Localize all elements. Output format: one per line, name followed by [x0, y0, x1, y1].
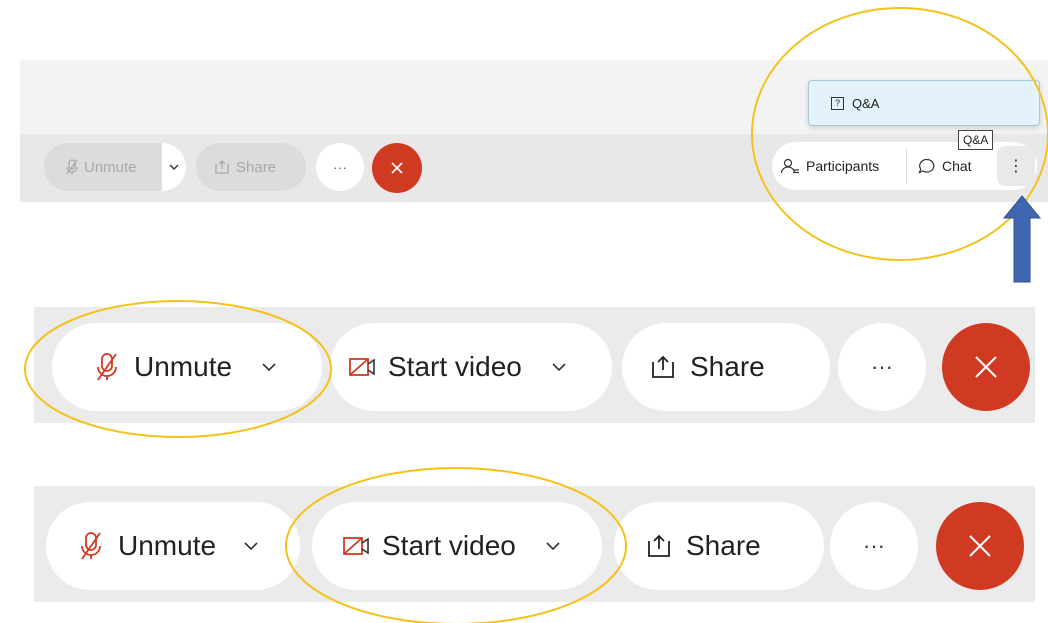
- middle-toolbar-panel: Unmute Start video Share ···: [34, 307, 1035, 423]
- share-icon: [646, 534, 672, 558]
- video-off-icon: [342, 535, 370, 557]
- share-label: Share: [236, 158, 277, 176]
- mic-muted-icon: [66, 159, 78, 175]
- more-options-button[interactable]: ···: [838, 323, 926, 411]
- chevron-down-icon[interactable]: [552, 363, 566, 371]
- close-icon: [973, 354, 999, 380]
- ellipsis-icon: ···: [871, 354, 893, 379]
- more-panels-button[interactable]: ⋮: [997, 146, 1035, 186]
- leave-meeting-button[interactable]: [942, 323, 1030, 411]
- chevron-down-icon[interactable]: [546, 542, 560, 550]
- unmute-label: Unmute: [134, 351, 233, 382]
- share-button[interactable]: Share: [622, 323, 830, 411]
- share-icon: [650, 355, 676, 379]
- mic-muted-icon: [80, 531, 102, 561]
- bottom-toolbar-panel: Unmute Start video Share ···: [34, 486, 1035, 602]
- share-icon: [214, 160, 230, 174]
- question-icon: ?: [831, 96, 844, 110]
- more-options-button[interactable]: ···: [316, 143, 364, 191]
- start-video-button[interactable]: Start video: [312, 502, 602, 590]
- unmute-label: Unmute: [118, 530, 217, 561]
- kebab-icon: ⋮: [1008, 158, 1024, 175]
- close-icon: [967, 533, 993, 559]
- mic-muted-icon: [96, 352, 118, 382]
- start-video-label: Start video: [382, 530, 516, 561]
- share-label: Share: [690, 351, 765, 382]
- divider: [906, 148, 907, 184]
- share-button[interactable]: Share: [196, 143, 306, 191]
- leave-meeting-button[interactable]: [372, 143, 422, 193]
- unmute-button[interactable]: Unmute: [52, 323, 322, 411]
- chevron-down-icon[interactable]: [244, 542, 258, 550]
- qa-tooltip: Q&A: [958, 130, 994, 150]
- start-video-button[interactable]: Start video: [330, 323, 612, 411]
- right-controls: Participants Chat ⋮: [772, 142, 1037, 190]
- close-icon: [390, 161, 404, 175]
- qa-menu-label: Q&A: [852, 95, 880, 111]
- unmute-button[interactable]: Unmute: [44, 143, 186, 191]
- video-off-icon: [348, 356, 376, 378]
- chevron-down-icon: [169, 164, 179, 170]
- chat-bubble-icon: [918, 158, 936, 174]
- participants-label: Participants: [806, 158, 880, 174]
- qa-menu-item[interactable]: ? Q&A: [808, 80, 1040, 126]
- leave-meeting-button[interactable]: [936, 502, 1024, 590]
- unmute-label: Unmute: [84, 158, 137, 176]
- share-button[interactable]: Share: [614, 502, 824, 590]
- participants-button[interactable]: Participants: [780, 142, 879, 190]
- participants-icon: [780, 158, 800, 174]
- ellipsis-icon: ···: [333, 159, 347, 175]
- chevron-down-icon[interactable]: [262, 363, 276, 371]
- arrow-up-icon: [1002, 195, 1042, 283]
- ellipsis-icon: ···: [863, 533, 885, 558]
- unmute-button[interactable]: Unmute: [46, 502, 300, 590]
- chat-label: Chat: [942, 158, 972, 174]
- more-options-button[interactable]: ···: [830, 502, 918, 590]
- share-label: Share: [686, 530, 761, 561]
- start-video-label: Start video: [388, 351, 522, 382]
